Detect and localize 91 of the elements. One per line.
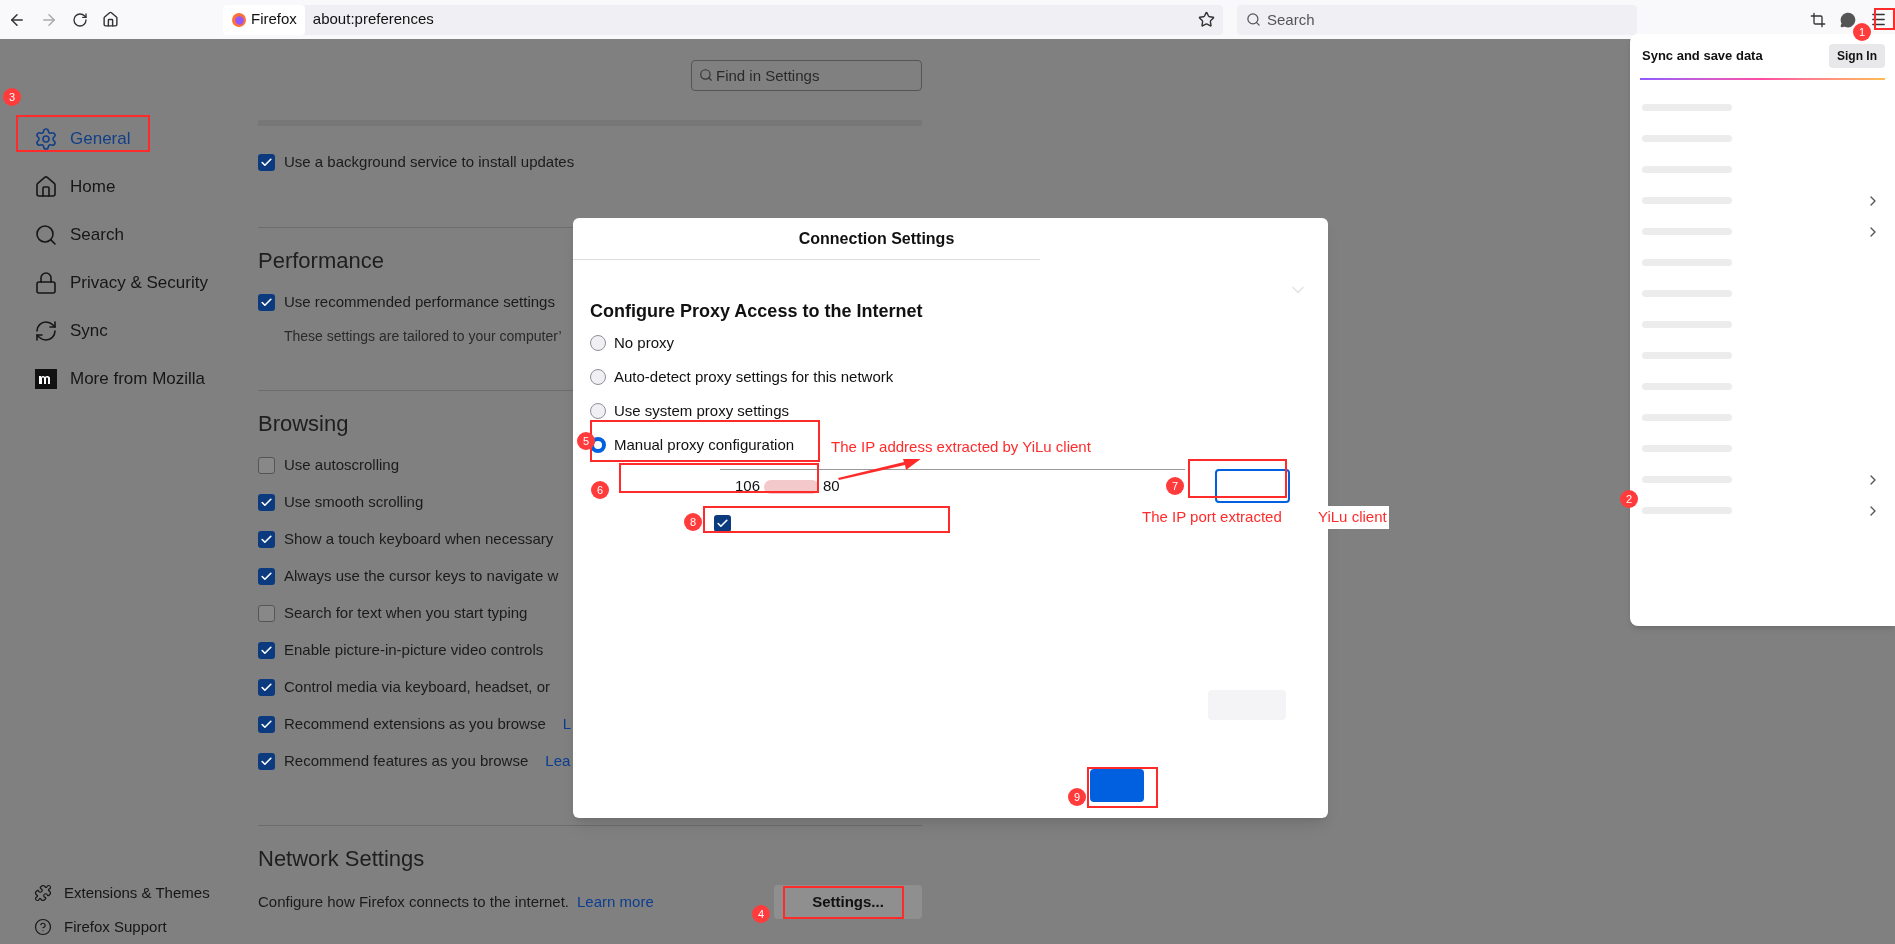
- radio-label: No proxy: [614, 332, 675, 353]
- checkbox[interactable]: [258, 753, 275, 770]
- puzzle-icon: [34, 884, 52, 902]
- menu-header: Sync and save data: [1642, 47, 1763, 66]
- checkbox[interactable]: [258, 294, 275, 311]
- sidebar-footer-link[interactable]: Extensions & Themes: [34, 876, 258, 910]
- checkbox-label: Use smooth scrolling: [284, 492, 424, 513]
- step-number-badge: 3: [3, 88, 21, 106]
- check-icon: [260, 718, 273, 731]
- find-in-settings-field[interactable]: Find in Settings: [691, 60, 922, 91]
- learn-more-link[interactable]: L: [562, 713, 572, 736]
- checkbox[interactable]: [714, 514, 731, 532]
- checkbox-label: Enable picture-in-picture video controls: [284, 640, 544, 661]
- bookmark-star-icon[interactable]: [1198, 11, 1215, 28]
- checkbox-label: Search for text when you start typing: [284, 603, 528, 624]
- search-icon: [1246, 11, 1261, 27]
- checkbox[interactable]: [258, 605, 275, 622]
- sidebar-item[interactable]: Search: [34, 211, 258, 259]
- checkbox[interactable]: [258, 494, 275, 511]
- url-text: about:preferences: [312, 9, 435, 30]
- checkbox-label: Show a touch keyboard when necessary: [284, 529, 554, 550]
- search-icon: [34, 223, 58, 247]
- firefox-logo-icon: [231, 11, 247, 28]
- annotation-note: YiLu client: [1316, 506, 1389, 529]
- checkbox[interactable]: [258, 154, 275, 171]
- sidebar-item[interactable]: More from Mozilla: [34, 355, 258, 403]
- highlight-frame: [1874, 8, 1895, 30]
- checkbox[interactable]: [258, 568, 275, 585]
- check-icon: [260, 644, 273, 657]
- sign-in-button[interactable]: Sign In: [1829, 44, 1885, 68]
- sidebar-item[interactable]: General: [34, 115, 258, 163]
- radio-button[interactable]: [590, 335, 606, 351]
- dialog-heading: Configure Proxy Access to the Internet: [590, 300, 924, 323]
- step-number-badge: 4: [752, 905, 770, 923]
- step-number-badge: 2: [1620, 490, 1638, 508]
- check-icon: [260, 570, 273, 583]
- checkbox-label: Use recommended performance settings: [284, 292, 555, 313]
- checkbox[interactable]: [258, 457, 275, 474]
- home-icon[interactable]: [102, 11, 119, 28]
- check-icon: [260, 533, 273, 546]
- checkbox[interactable]: [258, 531, 275, 548]
- section-heading: Network Settings: [258, 845, 425, 872]
- setting-note: These settings are tailored to your computer’: [284, 326, 562, 346]
- radio-button[interactable]: [590, 403, 606, 419]
- address-bar[interactable]: Firefox about:preferences: [223, 4, 1223, 35]
- proxy-value-end: 80: [823, 476, 840, 497]
- check-icon: [260, 156, 273, 169]
- checkbox[interactable]: [258, 716, 275, 733]
- check-icon: [716, 516, 729, 530]
- radio-label: Auto-detect proxy settings for this network: [614, 366, 894, 387]
- menu-icon[interactable]: [1870, 11, 1887, 28]
- sync-icon: [34, 319, 58, 343]
- search-field[interactable]: Search: [1237, 4, 1637, 35]
- checkbox[interactable]: [258, 642, 275, 659]
- learn-more-link[interactable]: Learn more: [577, 890, 654, 914]
- network-description: Configure how Firefox connects to the internet.: [258, 891, 569, 912]
- identity-box[interactable]: Firefox: [223, 4, 305, 35]
- radio-label: Use system proxy settings: [614, 400, 790, 421]
- section-heading: Performance: [258, 247, 384, 274]
- m-logo-icon: [34, 367, 58, 391]
- checkbox-label: Control media via keyboard, headset, or: [284, 677, 550, 698]
- check-icon: [260, 755, 273, 768]
- lock-icon: [34, 271, 58, 295]
- home-icon: [34, 175, 58, 199]
- checkbox-label: Use a background service to install updates: [284, 152, 575, 173]
- sidebar-item[interactable]: Privacy & Security: [34, 259, 258, 307]
- proxy-value-start: 106: [735, 476, 761, 497]
- port-field[interactable]: [1215, 469, 1290, 503]
- highlight-frame: [1087, 767, 1158, 808]
- checkbox[interactable]: [258, 679, 275, 696]
- help-icon: [34, 918, 52, 936]
- crop-icon[interactable]: [1810, 11, 1826, 28]
- sidebar-item[interactable]: Home: [34, 163, 258, 211]
- radio-button[interactable]: [590, 369, 606, 385]
- checkbox-label: Recommend features as you browse: [284, 751, 529, 772]
- search-icon: [699, 68, 713, 82]
- checkbox-label: Always use the cursor keys to navigate w: [284, 566, 559, 587]
- sidebar-footer-link[interactable]: Firefox Support: [34, 910, 258, 944]
- dialog-title: Connection Settings: [797, 228, 955, 249]
- checkbox-label: Use autoscrolling: [284, 455, 400, 476]
- check-icon: [260, 496, 273, 509]
- check-icon: [260, 681, 273, 694]
- chat-bubble-icon[interactable]: [1840, 11, 1856, 28]
- checkbox-label: Recommend extensions as you browse: [284, 714, 546, 735]
- radio-label: Manual proxy configuration: [614, 434, 795, 455]
- check-icon: [260, 296, 273, 309]
- settings-icon: [34, 127, 58, 151]
- learn-more-link[interactable]: Lea: [545, 750, 571, 773]
- section-heading: Browsing: [258, 410, 349, 437]
- sidebar-item[interactable]: Sync: [34, 307, 258, 355]
- reload-icon[interactable]: [72, 11, 88, 28]
